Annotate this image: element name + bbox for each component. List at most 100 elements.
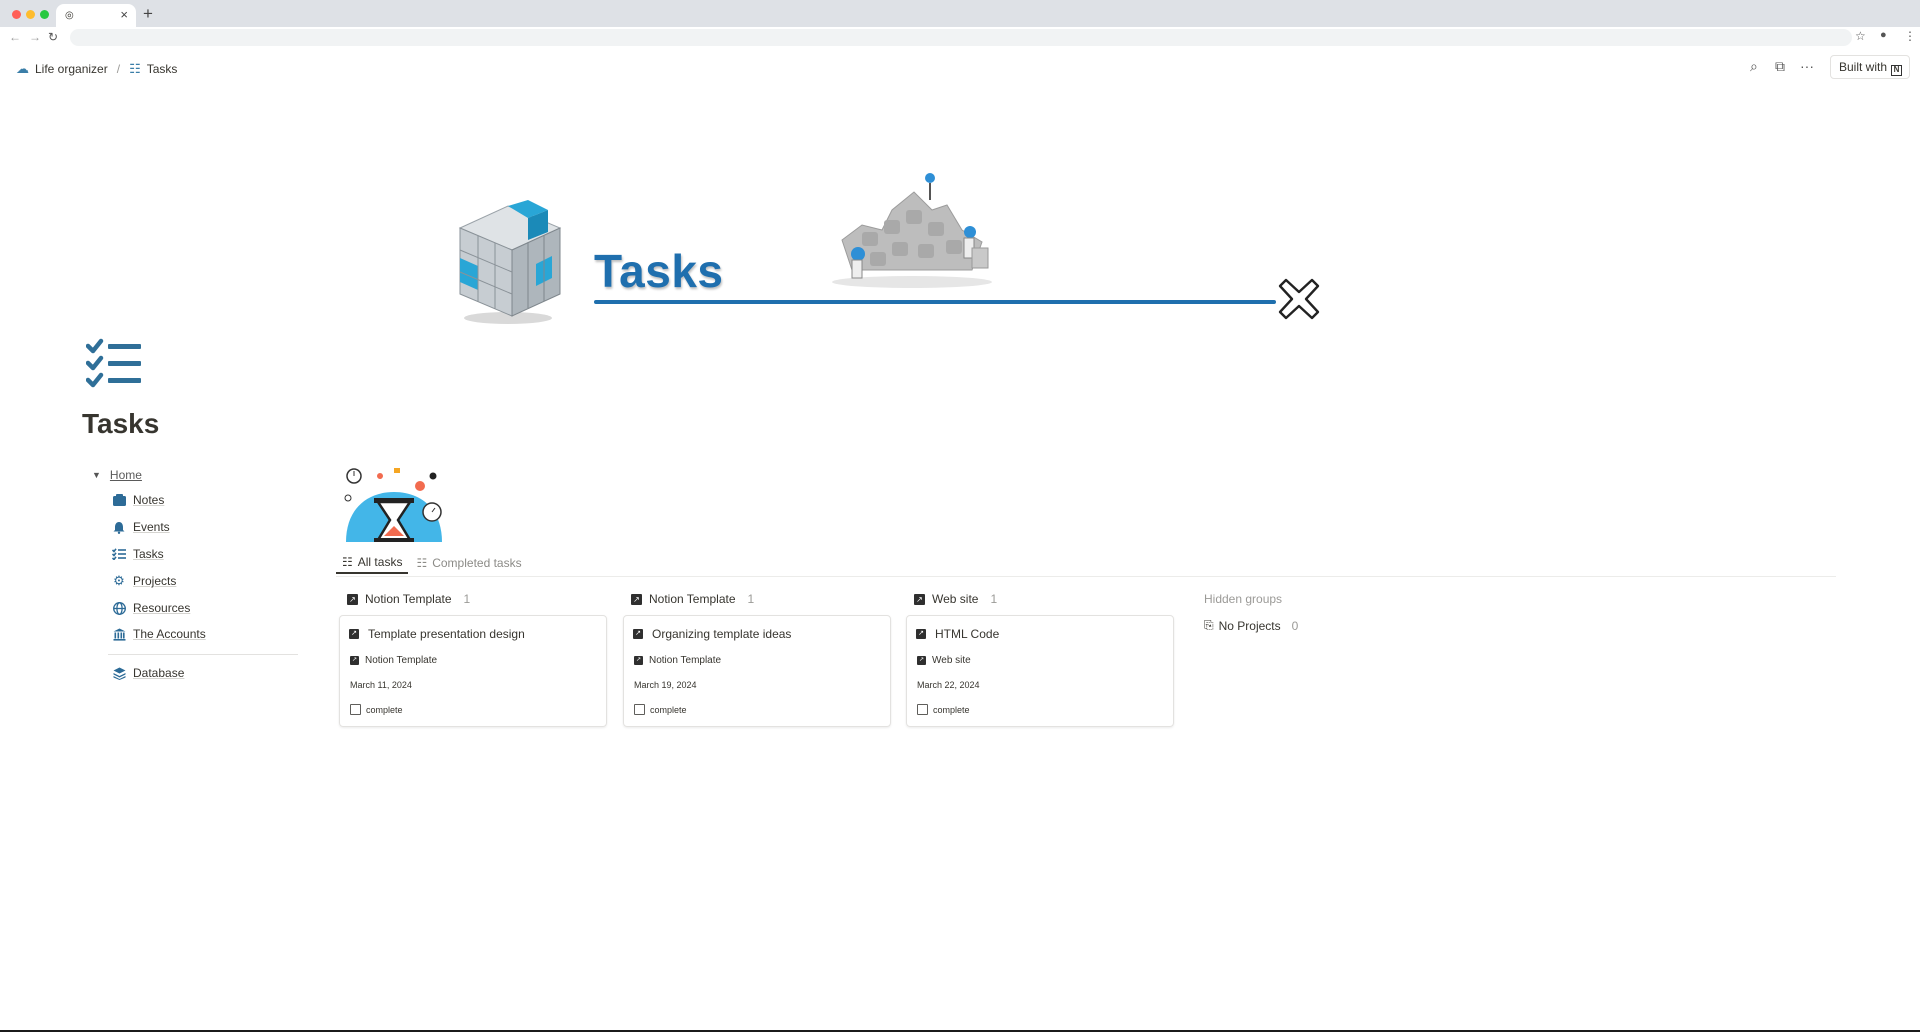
task-list-icon: ☷ — [129, 61, 141, 76]
forward-icon[interactable]: → — [29, 30, 41, 44]
link-arrow-icon: ↗ — [631, 593, 642, 605]
card-date: March 22, 2024 — [917, 680, 980, 690]
tab-close-icon[interactable]: × — [120, 7, 128, 22]
column-count: 1 — [747, 592, 755, 606]
tab-label: Completed tasks — [432, 555, 522, 570]
complete-checkbox[interactable] — [917, 704, 928, 715]
link-arrow-icon: ↗ — [634, 656, 643, 665]
card-title: HTML Code — [935, 627, 1000, 641]
built-with-label: Built with — [1839, 60, 1888, 74]
column-title: Notion Template — [365, 592, 452, 606]
link-arrow-icon: ↗ — [350, 656, 359, 665]
board-column: ↗ Notion Template 1 ↗ Template presentati… — [339, 586, 607, 727]
tab-label: All tasks — [357, 554, 403, 569]
link-arrow-icon: ↗ — [914, 593, 925, 605]
link-arrow-icon: ↗ — [917, 656, 926, 665]
browser-menu-icon[interactable]: ⋮ — [1904, 29, 1916, 43]
tab-all-tasks[interactable]: ☷ All tasks — [336, 551, 409, 574]
checkbox-label: complete — [366, 704, 403, 715]
tree-item-label[interactable]: Resources — [133, 601, 190, 615]
new-tab-button[interactable]: + — [143, 4, 153, 24]
breadcrumb-separator: / — [116, 62, 121, 76]
breadcrumb-item-life-organizer[interactable]: Life organizer — [35, 62, 108, 76]
task-list-icon: ☷ — [416, 555, 428, 570]
browser-tab[interactable]: ◎ × — [56, 4, 136, 27]
cube-illustration — [458, 200, 562, 324]
card-title: Template presentation design — [368, 627, 525, 641]
link-arrow-icon: ↗ — [916, 629, 926, 639]
column-title: Notion Template — [649, 592, 736, 606]
hidden-groups-label: Hidden groups — [1204, 592, 1283, 606]
tree-item-resources[interactable]: Resources — [112, 597, 190, 619]
view-tabs: ☷ All tasks ☷ Completed tasks — [336, 551, 528, 576]
hourglass-illustration — [344, 468, 442, 542]
tab-completed-tasks[interactable]: ☷ Completed tasks — [410, 551, 527, 574]
task-card[interactable]: ↗ HTML Code ↗ Web site March 22, 2024 comp… — [906, 615, 1174, 727]
task-card[interactable]: ↗ Organizing template ideas ↗ Notion Templ… — [623, 615, 891, 727]
built-with-button[interactable]: Built with N — [1830, 55, 1910, 79]
tree-item-label[interactable]: Projects — [133, 574, 176, 588]
puzzle-illustration — [832, 173, 992, 288]
complete-checkbox[interactable] — [350, 704, 361, 715]
more-options-icon[interactable]: ··· — [1800, 58, 1814, 74]
checkbox-label: complete — [933, 704, 970, 715]
task-list-icon — [112, 547, 126, 561]
tree-item-database[interactable]: Database — [112, 662, 184, 684]
breadcrumb: ☁ Life organizer / ☷ Tasks — [16, 61, 177, 77]
window-zoom-dot[interactable] — [40, 10, 49, 19]
tree-item-label[interactable]: Database — [133, 666, 184, 680]
card-project[interactable]: Notion Template — [365, 655, 437, 666]
card-project[interactable]: Web site — [932, 655, 971, 666]
column-count: 1 — [463, 592, 471, 606]
board-column: ↗ Web site 1 ↗ HTML Code ↗ Web site March … — [906, 586, 1174, 727]
profile-icon[interactable]: ● — [1880, 29, 1887, 41]
divider — [108, 654, 298, 655]
back-icon[interactable]: ← — [9, 30, 21, 44]
column-header[interactable]: ↗ Notion Template 1 — [339, 586, 607, 612]
complete-checkbox[interactable] — [634, 704, 645, 715]
tree-item-projects[interactable]: ⚙ Projects — [112, 570, 176, 592]
window-minimize-dot[interactable] — [26, 10, 35, 19]
breadcrumb-item-tasks[interactable]: Tasks — [147, 62, 178, 76]
tree-item-the-accounts[interactable]: The Accounts — [112, 623, 206, 645]
banner-title: Tasks — [594, 245, 724, 297]
address-bar[interactable] — [70, 29, 1852, 46]
tree-item-notes[interactable]: Notes — [112, 489, 164, 511]
tree-item-home[interactable]: ▼ Home — [90, 465, 142, 485]
card-date: March 19, 2024 — [634, 680, 697, 690]
tree-item-events[interactable]: Events — [112, 516, 170, 538]
notes-box-icon — [112, 493, 126, 507]
bell-icon — [112, 520, 126, 534]
page-title: Tasks — [82, 408, 160, 439]
tree-item-label[interactable]: Notes — [133, 493, 164, 507]
page-topbar: ☁ Life organizer / ☷ Tasks ⌕ ⧉ ··· Built… — [0, 48, 1920, 88]
toggle-triangle-icon[interactable]: ▼ — [92, 470, 101, 480]
page-task-list-icon — [86, 338, 141, 388]
tree-item-label[interactable]: Tasks — [133, 547, 164, 561]
column-count: 1 — [990, 592, 998, 606]
globe-icon — [112, 601, 126, 615]
checkbox-label: complete — [650, 704, 687, 715]
column-header[interactable]: ↗ Web site 1 — [906, 586, 1174, 612]
gear-icon: ⚙ — [113, 573, 125, 588]
tabs-divider — [336, 576, 1836, 577]
duplicate-icon[interactable]: ⧉ — [1775, 58, 1785, 75]
link-arrow-icon: ↗ — [347, 593, 358, 605]
tree-item-tasks[interactable]: Tasks — [112, 543, 164, 565]
hidden-group-count: 0 — [1291, 618, 1299, 633]
reload-icon[interactable]: ↻ — [48, 30, 58, 44]
task-card[interactable]: ↗ Template presentation design ↗ Notion Te… — [339, 615, 607, 727]
inbox-icon: ⎘ — [1204, 618, 1214, 632]
tree-item-label[interactable]: The Accounts — [133, 627, 206, 641]
tree-item-label[interactable]: Events — [133, 520, 170, 534]
task-list-icon: ☷ — [342, 554, 353, 569]
column-header[interactable]: ↗ Notion Template 1 — [623, 586, 891, 612]
hidden-group-no-projects[interactable]: ⎘ No Projects 0 — [1204, 618, 1298, 633]
card-date: March 11, 2024 — [350, 680, 412, 690]
search-icon[interactable]: ⌕ — [1750, 58, 1758, 75]
browser-tab-strip: ◎ × + — [0, 0, 1920, 27]
card-project[interactable]: Notion Template — [649, 655, 721, 666]
bookmark-star-icon[interactable]: ☆ — [1855, 29, 1866, 43]
tree-item-label[interactable]: Home — [110, 468, 142, 482]
window-close-dot[interactable] — [12, 10, 21, 19]
